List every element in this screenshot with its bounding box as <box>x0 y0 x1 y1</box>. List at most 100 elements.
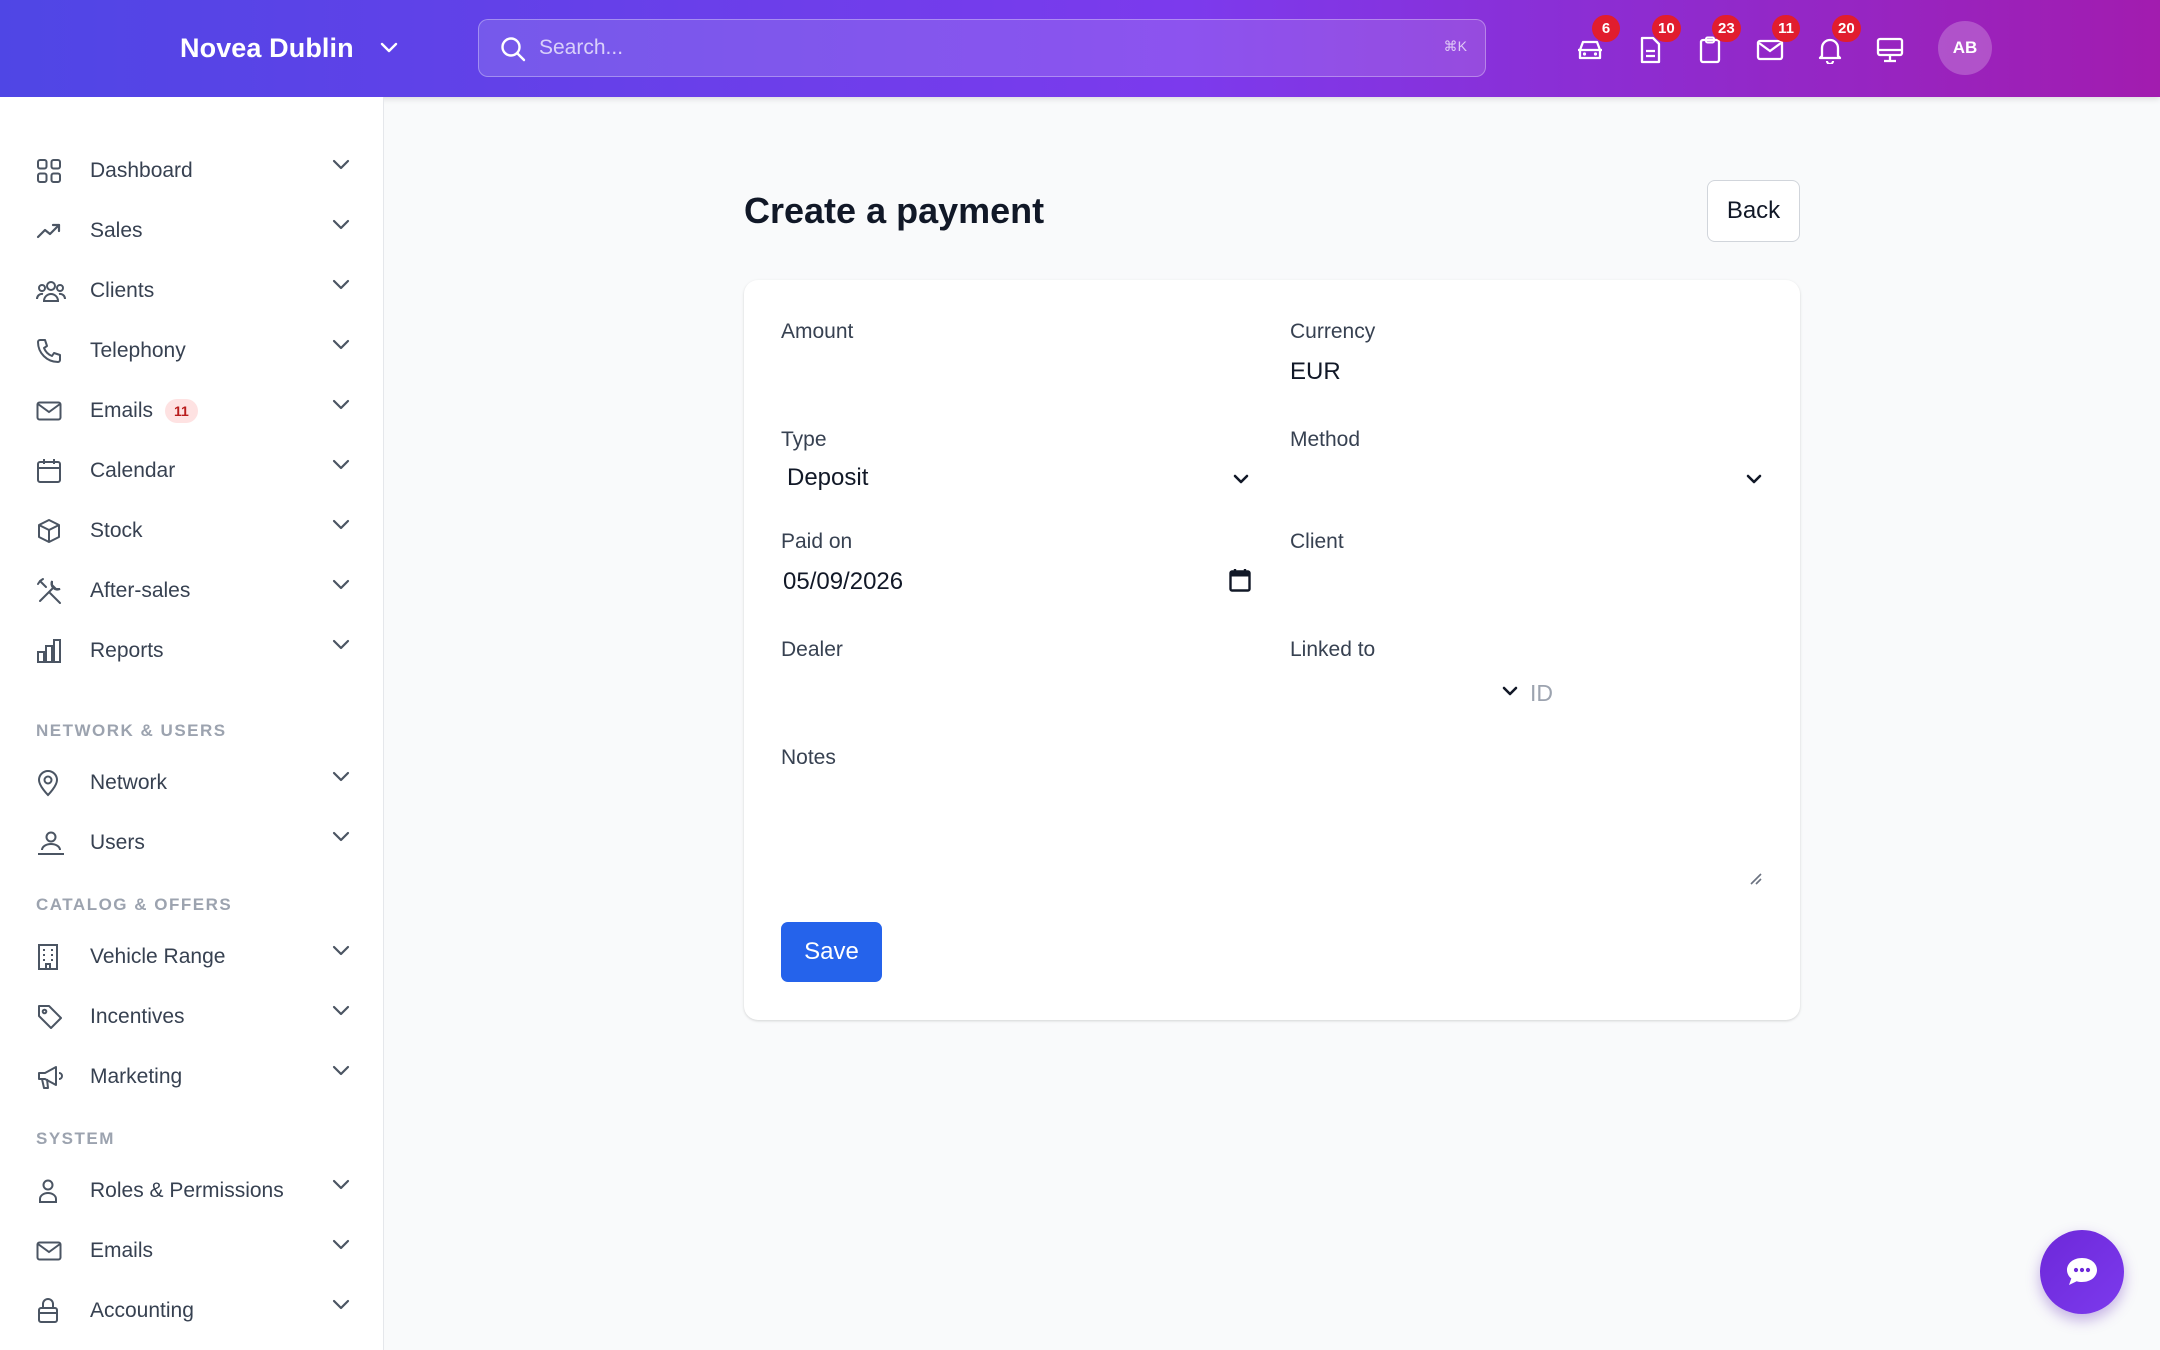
dealer-label: Dealer <box>781 638 843 661</box>
section-heading: CATALOG & OFFERS <box>36 895 233 914</box>
chevron-down-icon <box>332 771 350 783</box>
type-selected-value: Deposit <box>787 464 869 491</box>
sidebar-item-emails[interactable]: Emails 11 <box>36 386 350 436</box>
paid-on-date-input[interactable]: 05/09/2026 <box>781 560 1253 610</box>
chevron-down-icon <box>332 339 350 351</box>
resize-handle-icon[interactable] <box>1749 872 1763 886</box>
sidebar-item-clients[interactable]: Clients <box>36 266 350 316</box>
chevron-down-icon <box>380 42 398 54</box>
sidebar-item-users[interactable]: Users <box>36 818 350 868</box>
tasks-button[interactable]: 23 <box>1690 15 1741 70</box>
chevron-down-icon <box>1233 474 1249 485</box>
sidebar-item-sales[interactable]: Sales <box>36 206 350 256</box>
chevron-down-icon <box>1746 474 1762 485</box>
sidebar: Dashboard Sales Clients Telephony Emails… <box>0 97 384 1350</box>
type-select[interactable]: Deposit <box>781 454 1253 504</box>
sidebar-item-label: Telephony <box>90 339 186 362</box>
documents-button[interactable]: 10 <box>1630 15 1681 70</box>
chat-button[interactable] <box>2040 1230 2124 1314</box>
method-select[interactable] <box>1290 454 1762 504</box>
documents-badge: 10 <box>1652 15 1681 42</box>
currency-label: Currency <box>1290 320 1376 343</box>
mail-icon <box>36 390 78 432</box>
sidebar-item-stock[interactable]: Stock <box>36 506 350 556</box>
amount-input[interactable] <box>781 354 1251 400</box>
sidebar-item-system-emails[interactable]: Emails <box>36 1226 350 1276</box>
global-search[interactable]: ⌘K <box>478 19 1486 77</box>
page-title: Create a payment <box>744 190 1045 231</box>
sidebar-item-marketing[interactable]: Marketing <box>36 1052 350 1102</box>
user-icon <box>36 1170 78 1212</box>
sidebar-item-network[interactable]: Network <box>36 758 350 808</box>
sidebar-item-roles-permissions[interactable]: Roles & Permissions <box>36 1166 350 1216</box>
currency-value[interactable]: EUR <box>1290 358 1341 386</box>
linked-to-label: Linked to <box>1290 638 1376 661</box>
cube-icon <box>36 510 78 552</box>
chevron-down-icon <box>332 519 350 531</box>
sidebar-item-label: Vehicle Range <box>90 945 226 968</box>
sidebar-item-label: After-sales <box>90 579 191 602</box>
user-avatar[interactable]: AB <box>1938 21 1992 75</box>
chevron-down-icon <box>1502 686 1518 697</box>
search-shortcut: ⌘K <box>1443 38 1467 54</box>
building-icon <box>36 936 78 978</box>
chevron-down-icon <box>332 945 350 957</box>
display-button[interactable] <box>1870 30 1910 70</box>
sidebar-item-vehicle-range[interactable]: Vehicle Range <box>36 932 350 982</box>
tasks-badge: 23 <box>1712 15 1741 42</box>
dealer-input[interactable] <box>781 670 1251 716</box>
search-icon <box>499 35 527 63</box>
chevron-down-icon <box>332 831 350 843</box>
emails-count-badge: 11 <box>165 399 198 423</box>
vehicles-button[interactable]: 6 <box>1570 15 1620 70</box>
chevron-down-icon <box>332 399 350 411</box>
user-group-icon <box>36 822 78 864</box>
sidebar-item-label: Accounting <box>90 1299 194 1322</box>
linked-id-input[interactable]: ID <box>1530 668 1762 718</box>
linked-to-type-select[interactable] <box>1290 668 1518 718</box>
sidebar-item-label: Stock <box>90 519 143 542</box>
section-heading: NETWORK & USERS <box>36 721 227 740</box>
sidebar-item-calendar[interactable]: Calendar <box>36 446 350 496</box>
calendar-icon <box>36 450 78 492</box>
chevron-down-icon <box>332 1179 350 1191</box>
megaphone-icon <box>36 1056 78 1098</box>
users-icon <box>36 270 78 312</box>
sidebar-item-telephony[interactable]: Telephony <box>36 326 350 376</box>
notes-label: Notes <box>781 746 836 769</box>
chevron-down-icon <box>332 219 350 231</box>
linked-id-placeholder: ID <box>1530 680 1553 706</box>
chevron-down-icon <box>332 159 350 171</box>
sidebar-item-reports[interactable]: Reports <box>36 626 350 676</box>
chevron-down-icon <box>332 1005 350 1017</box>
section-heading: SYSTEM <box>36 1129 115 1148</box>
chevron-down-icon <box>332 1065 350 1077</box>
sidebar-item-label: Roles & Permissions <box>90 1179 284 1202</box>
chevron-down-icon <box>332 459 350 471</box>
save-button[interactable]: Save <box>781 922 882 982</box>
sidebar-item-label: Incentives <box>90 1005 185 1028</box>
inbox-badge: 11 <box>1772 15 1800 42</box>
inbox-button[interactable]: 11 <box>1750 15 1800 70</box>
sidebar-item-incentives[interactable]: Incentives <box>36 992 350 1042</box>
mail-icon <box>1756 39 1784 61</box>
search-input[interactable] <box>539 20 1399 75</box>
client-input[interactable] <box>1290 562 1760 608</box>
calendar-icon[interactable] <box>1229 568 1251 592</box>
trending-up-icon <box>36 210 78 252</box>
tag-icon <box>36 996 78 1038</box>
lock-bag-icon <box>36 1290 78 1332</box>
amount-label: Amount <box>781 320 854 343</box>
sidebar-item-label: Dashboard <box>90 159 193 182</box>
sidebar-item-label: Emails <box>90 1239 154 1262</box>
sidebar-item-accounting[interactable]: Accounting <box>36 1286 350 1336</box>
sidebar-item-after-sales[interactable]: After-sales <box>36 566 350 616</box>
back-button[interactable]: Back <box>1707 180 1800 242</box>
notifications-badge: 20 <box>1832 15 1861 42</box>
dealer-switcher[interactable]: Novea Dublin <box>180 28 398 68</box>
chevron-down-icon <box>332 279 350 291</box>
sidebar-item-dashboard[interactable]: Dashboard <box>36 146 350 196</box>
payment-form: Amount Currency EUR Type Deposit Method … <box>744 280 1800 1020</box>
notes-textarea[interactable] <box>781 776 1764 888</box>
notifications-button[interactable]: 20 <box>1810 15 1861 70</box>
